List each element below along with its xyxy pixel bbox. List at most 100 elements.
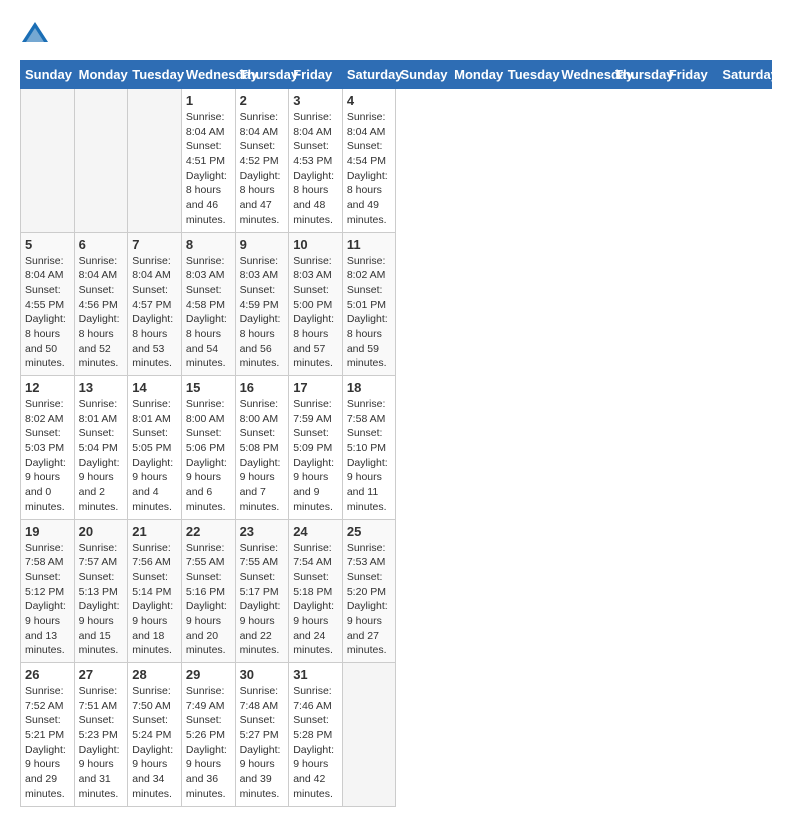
calendar-cell bbox=[128, 89, 182, 233]
weekday-header: Monday bbox=[450, 61, 504, 89]
day-info: Sunrise: 7:52 AM Sunset: 5:21 PM Dayligh… bbox=[25, 684, 70, 802]
weekday-header: Monday bbox=[74, 61, 128, 89]
day-number: 12 bbox=[25, 380, 70, 395]
weekday-header: Tuesday bbox=[128, 61, 182, 89]
day-info: Sunrise: 8:03 AM Sunset: 5:00 PM Dayligh… bbox=[293, 254, 338, 372]
day-info: Sunrise: 8:01 AM Sunset: 5:04 PM Dayligh… bbox=[79, 397, 124, 515]
calendar-header-row: SundayMondayTuesdayWednesdayThursdayFrid… bbox=[21, 61, 772, 89]
day-number: 1 bbox=[186, 93, 231, 108]
calendar-cell: 18 Sunrise: 7:58 AM Sunset: 5:10 PM Dayli… bbox=[342, 376, 396, 520]
calendar-cell: 28Sunrise: 7:50 AM Sunset: 5:24 PM Dayli… bbox=[128, 663, 182, 807]
day-info: Sunrise: 8:04 AM Sunset: 4:53 PM Dayligh… bbox=[293, 110, 338, 228]
day-info: Sunrise: 8:04 AM Sunset: 4:57 PM Dayligh… bbox=[132, 254, 177, 372]
day-info: Sunrise: 7:58 AM Sunset: 5:12 PM Dayligh… bbox=[25, 541, 70, 659]
calendar-cell: 31Sunrise: 7:46 AM Sunset: 5:28 PM Dayli… bbox=[289, 663, 343, 807]
day-info: Sunrise: 8:02 AM Sunset: 5:03 PM Dayligh… bbox=[25, 397, 70, 515]
day-info: Sunrise: 7:55 AM Sunset: 5:16 PM Dayligh… bbox=[186, 541, 231, 659]
day-number: 27 bbox=[79, 667, 124, 682]
calendar-cell: 21 Sunrise: 7:56 AM Sunset: 5:14 PM Dayli… bbox=[128, 519, 182, 663]
calendar-week-row: 12 Sunrise: 8:02 AM Sunset: 5:03 PM Dayli… bbox=[21, 376, 772, 520]
day-number: 25 bbox=[347, 524, 392, 539]
day-info: Sunrise: 7:58 AM Sunset: 5:10 PM Dayligh… bbox=[347, 397, 392, 515]
calendar-cell: 27 Sunrise: 7:51 AM Sunset: 5:23 PM Dayli… bbox=[74, 663, 128, 807]
day-info: Sunrise: 8:04 AM Sunset: 4:51 PM Dayligh… bbox=[186, 110, 231, 228]
day-number: 16 bbox=[240, 380, 285, 395]
day-info: Sunrise: 7:49 AM Sunset: 5:26 PM Dayligh… bbox=[186, 684, 231, 802]
weekday-header: Wednesday bbox=[557, 61, 611, 89]
calendar-cell: 9 Sunrise: 8:03 AM Sunset: 4:59 PM Daylig… bbox=[235, 232, 289, 376]
calendar-cell: 12 Sunrise: 8:02 AM Sunset: 5:03 PM Dayli… bbox=[21, 376, 75, 520]
calendar-week-row: 26Sunrise: 7:52 AM Sunset: 5:21 PM Dayli… bbox=[21, 663, 772, 807]
weekday-header: Friday bbox=[289, 61, 343, 89]
weekday-header: Wednesday bbox=[181, 61, 235, 89]
day-number: 14 bbox=[132, 380, 177, 395]
day-number: 22 bbox=[186, 524, 231, 539]
page-header bbox=[20, 20, 772, 50]
day-number: 7 bbox=[132, 237, 177, 252]
calendar-cell: 17 Sunrise: 7:59 AM Sunset: 5:09 PM Dayli… bbox=[289, 376, 343, 520]
day-number: 11 bbox=[347, 237, 392, 252]
day-number: 9 bbox=[240, 237, 285, 252]
calendar-cell: 3 Sunrise: 8:04 AM Sunset: 4:53 PM Daylig… bbox=[289, 89, 343, 233]
weekday-header: Tuesday bbox=[503, 61, 557, 89]
day-info: Sunrise: 7:56 AM Sunset: 5:14 PM Dayligh… bbox=[132, 541, 177, 659]
weekday-header: Thursday bbox=[235, 61, 289, 89]
calendar-cell: 30 Sunrise: 7:48 AM Sunset: 5:27 PM Dayli… bbox=[235, 663, 289, 807]
calendar-week-row: 19 Sunrise: 7:58 AM Sunset: 5:12 PM Dayli… bbox=[21, 519, 772, 663]
calendar-cell: 29Sunrise: 7:49 AM Sunset: 5:26 PM Dayli… bbox=[181, 663, 235, 807]
day-info: Sunrise: 8:03 AM Sunset: 4:59 PM Dayligh… bbox=[240, 254, 285, 372]
day-info: Sunrise: 8:04 AM Sunset: 4:56 PM Dayligh… bbox=[79, 254, 124, 372]
day-info: Sunrise: 8:02 AM Sunset: 5:01 PM Dayligh… bbox=[347, 254, 392, 372]
weekday-header: Thursday bbox=[611, 61, 665, 89]
day-number: 4 bbox=[347, 93, 392, 108]
calendar-cell: 24Sunrise: 7:54 AM Sunset: 5:18 PM Dayli… bbox=[289, 519, 343, 663]
day-number: 21 bbox=[132, 524, 177, 539]
day-info: Sunrise: 8:01 AM Sunset: 5:05 PM Dayligh… bbox=[132, 397, 177, 515]
day-number: 19 bbox=[25, 524, 70, 539]
calendar-cell: 1 Sunrise: 8:04 AM Sunset: 4:51 PM Daylig… bbox=[181, 89, 235, 233]
day-number: 17 bbox=[293, 380, 338, 395]
calendar-cell: 7 Sunrise: 8:04 AM Sunset: 4:57 PM Daylig… bbox=[128, 232, 182, 376]
day-number: 31 bbox=[293, 667, 338, 682]
calendar-cell: 13Sunrise: 8:01 AM Sunset: 5:04 PM Dayli… bbox=[74, 376, 128, 520]
day-number: 23 bbox=[240, 524, 285, 539]
weekday-header: Sunday bbox=[21, 61, 75, 89]
day-info: Sunrise: 8:00 AM Sunset: 5:08 PM Dayligh… bbox=[240, 397, 285, 515]
calendar-table: SundayMondayTuesdayWednesdayThursdayFrid… bbox=[20, 60, 772, 807]
weekday-header: Saturday bbox=[342, 61, 396, 89]
day-info: Sunrise: 7:48 AM Sunset: 5:27 PM Dayligh… bbox=[240, 684, 285, 802]
day-number: 24 bbox=[293, 524, 338, 539]
day-info: Sunrise: 8:00 AM Sunset: 5:06 PM Dayligh… bbox=[186, 397, 231, 515]
calendar-cell: 22 Sunrise: 7:55 AM Sunset: 5:16 PM Dayli… bbox=[181, 519, 235, 663]
calendar-cell: 26Sunrise: 7:52 AM Sunset: 5:21 PM Dayli… bbox=[21, 663, 75, 807]
weekday-header: Friday bbox=[664, 61, 718, 89]
day-number: 30 bbox=[240, 667, 285, 682]
day-number: 15 bbox=[186, 380, 231, 395]
calendar-cell: 25 Sunrise: 7:53 AM Sunset: 5:20 PM Dayli… bbox=[342, 519, 396, 663]
calendar-week-row: 5 Sunrise: 8:04 AM Sunset: 4:55 PM Daylig… bbox=[21, 232, 772, 376]
weekday-header: Saturday bbox=[718, 61, 772, 89]
day-number: 10 bbox=[293, 237, 338, 252]
calendar-cell: 4 Sunrise: 8:04 AM Sunset: 4:54 PM Daylig… bbox=[342, 89, 396, 233]
day-info: Sunrise: 8:04 AM Sunset: 4:55 PM Dayligh… bbox=[25, 254, 70, 372]
day-number: 8 bbox=[186, 237, 231, 252]
day-info: Sunrise: 8:03 AM Sunset: 4:58 PM Dayligh… bbox=[186, 254, 231, 372]
day-number: 3 bbox=[293, 93, 338, 108]
day-info: Sunrise: 7:59 AM Sunset: 5:09 PM Dayligh… bbox=[293, 397, 338, 515]
day-info: Sunrise: 7:50 AM Sunset: 5:24 PM Dayligh… bbox=[132, 684, 177, 802]
calendar-cell: 5 Sunrise: 8:04 AM Sunset: 4:55 PM Daylig… bbox=[21, 232, 75, 376]
calendar-cell: 15 Sunrise: 8:00 AM Sunset: 5:06 PM Dayli… bbox=[181, 376, 235, 520]
calendar-cell: 2Sunrise: 8:04 AM Sunset: 4:52 PM Daylig… bbox=[235, 89, 289, 233]
calendar-cell: 14 Sunrise: 8:01 AM Sunset: 5:05 PM Dayli… bbox=[128, 376, 182, 520]
logo-icon bbox=[20, 20, 50, 50]
day-info: Sunrise: 8:04 AM Sunset: 4:52 PM Dayligh… bbox=[240, 110, 285, 228]
day-info: Sunrise: 7:53 AM Sunset: 5:20 PM Dayligh… bbox=[347, 541, 392, 659]
day-number: 6 bbox=[79, 237, 124, 252]
day-info: Sunrise: 7:55 AM Sunset: 5:17 PM Dayligh… bbox=[240, 541, 285, 659]
calendar-cell: 19 Sunrise: 7:58 AM Sunset: 5:12 PM Dayli… bbox=[21, 519, 75, 663]
calendar-cell: 20Sunrise: 7:57 AM Sunset: 5:13 PM Dayli… bbox=[74, 519, 128, 663]
day-info: Sunrise: 8:04 AM Sunset: 4:54 PM Dayligh… bbox=[347, 110, 392, 228]
day-number: 5 bbox=[25, 237, 70, 252]
day-number: 18 bbox=[347, 380, 392, 395]
day-info: Sunrise: 7:51 AM Sunset: 5:23 PM Dayligh… bbox=[79, 684, 124, 802]
